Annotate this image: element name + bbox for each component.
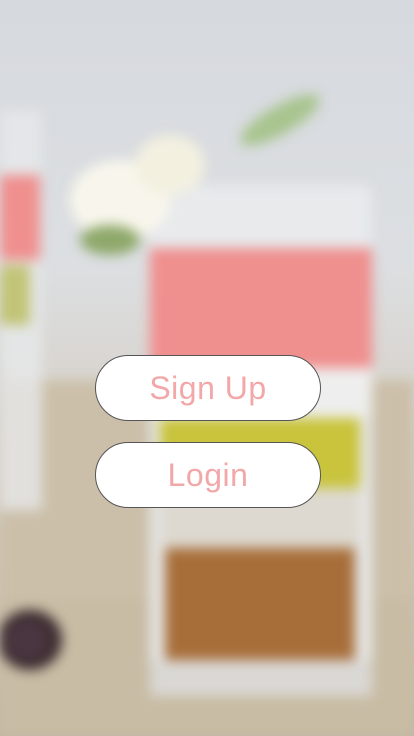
sign-up-button-label: Sign Up (149, 369, 267, 406)
welcome-screen: Sign Up Login (0, 0, 414, 736)
login-button[interactable]: Login (95, 442, 321, 508)
login-button-label: Login (167, 456, 249, 493)
sign-up-button[interactable]: Sign Up (95, 355, 321, 421)
